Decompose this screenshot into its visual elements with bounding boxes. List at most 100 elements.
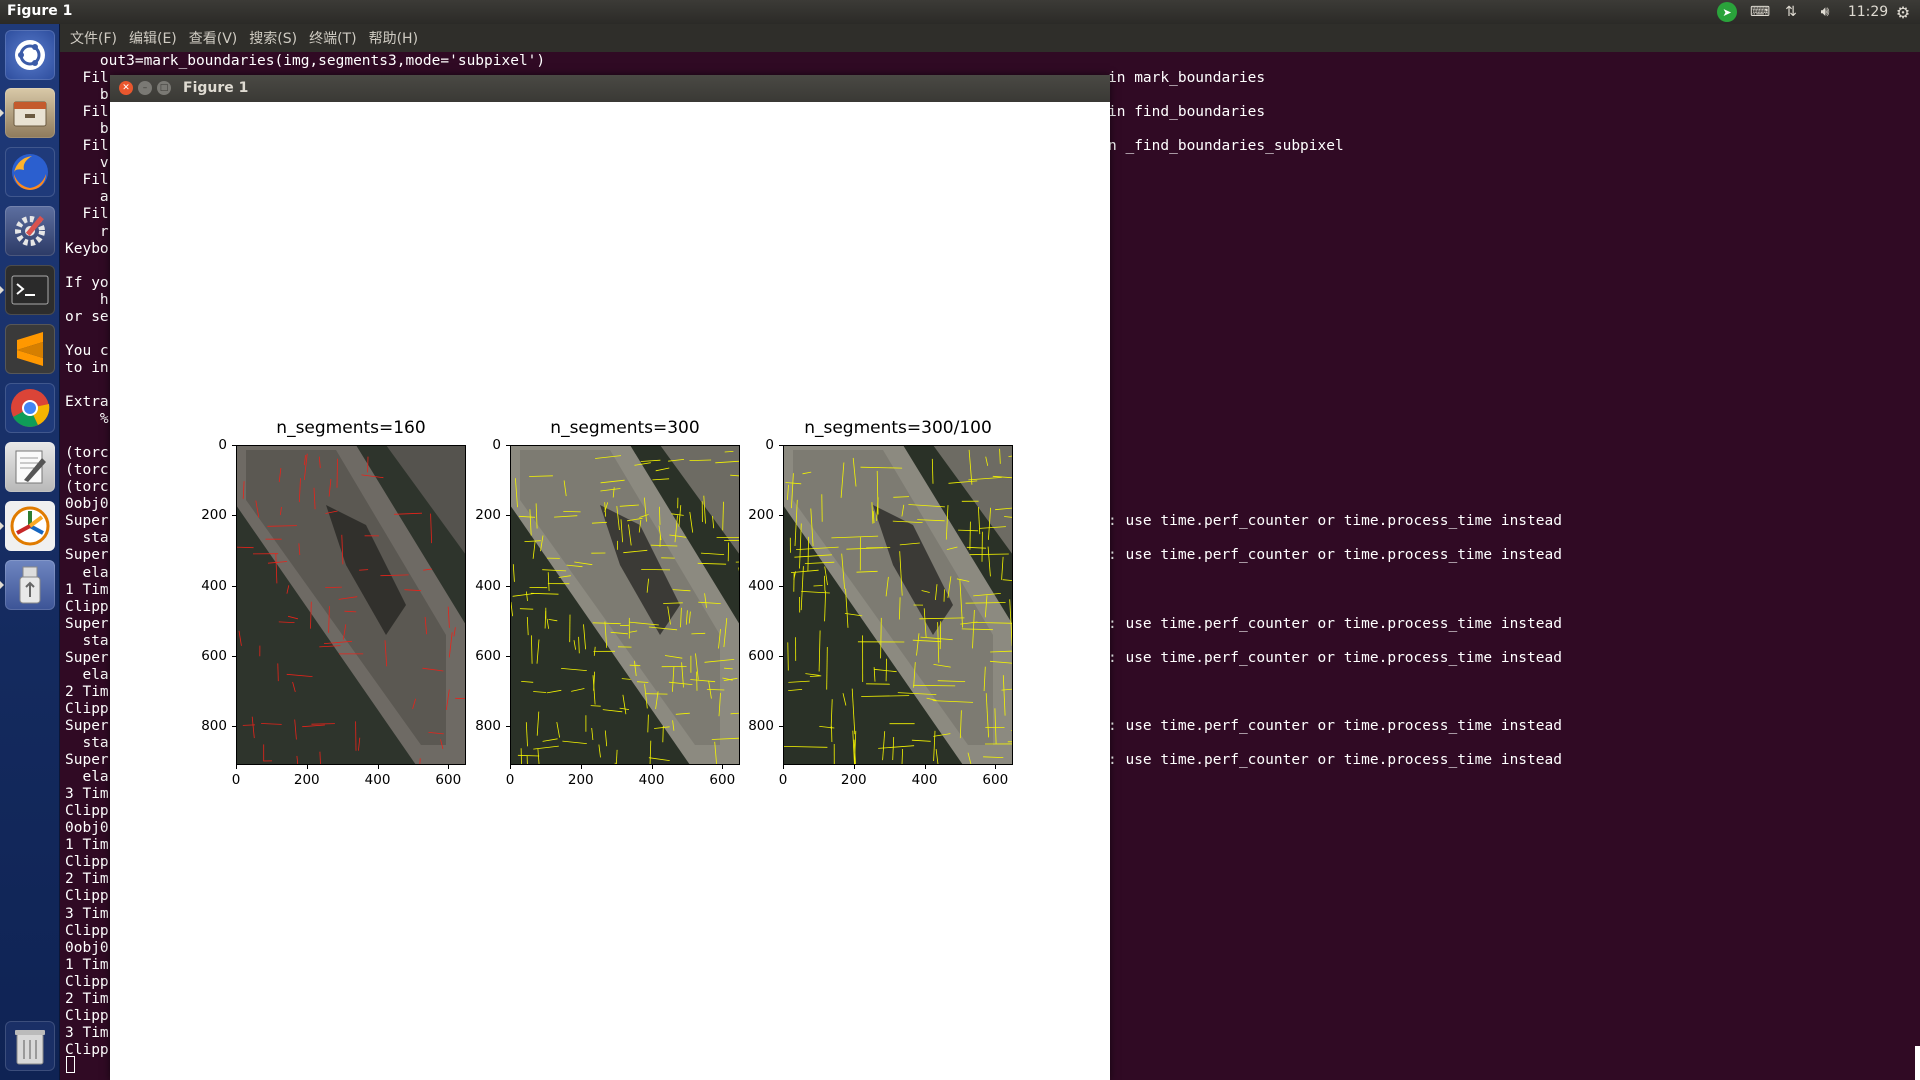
terminal-menu-item[interactable]: 文件(F) xyxy=(70,28,117,48)
minimize-icon[interactable]: – xyxy=(138,81,152,95)
terminal-line: Fil xyxy=(65,70,109,87)
terminal-line-tail: : use time.perf_counter or time.process_… xyxy=(1108,513,1562,530)
terminal-line: Clipp xyxy=(65,1007,109,1024)
usb-drive-icon[interactable] xyxy=(0,560,55,610)
terminal-line: Extra xyxy=(65,394,109,410)
terminal-line-tail: n _find_boundaries_subpixel xyxy=(1108,138,1344,155)
terminal-line: ela xyxy=(65,769,109,786)
segmentation-image xyxy=(236,445,466,765)
x-tick-label: 600 xyxy=(982,772,1009,788)
top-panel: Figure 1 ➤ ⌨ ⇅ 🔊︎ 11:29 ⚙ xyxy=(0,0,1920,24)
terminal-line: (torc xyxy=(65,462,109,479)
system-settings-icon[interactable] xyxy=(5,206,55,256)
terminal-menu-item[interactable]: 编辑(E) xyxy=(129,28,177,48)
terminal-line: Fil xyxy=(65,172,109,189)
segment-boundary xyxy=(813,585,823,587)
trash-icon[interactable] xyxy=(5,1021,55,1071)
terminal-line: (torc xyxy=(65,445,109,462)
y-tick-label: 0 xyxy=(765,437,774,453)
terminal-line: sta xyxy=(65,632,109,649)
terminal-line: to in xyxy=(65,359,109,376)
segment-boundary xyxy=(519,608,534,610)
segment-boundary xyxy=(787,642,789,671)
terminal-menu-item[interactable]: 搜索(S) xyxy=(249,28,297,48)
terminal-line: Keybo xyxy=(65,240,109,257)
figure-window[interactable]: ✕ – □ Figure 1 n_segments=160 0 200 400 600 8… xyxy=(110,75,1110,1080)
app-icon[interactable] xyxy=(0,501,55,551)
terminal-line: 2 Tim xyxy=(65,990,109,1007)
firefox-icon[interactable] xyxy=(5,147,55,197)
terminal-line: 0obj0 xyxy=(65,939,109,956)
active-window-title: Figure 1 xyxy=(7,3,73,19)
terminal-line: Super xyxy=(65,513,109,530)
terminal-line: 3 Tim xyxy=(65,786,109,803)
terminal-line: Super xyxy=(65,752,109,769)
terminal-line-tail: : use time.perf_counter or time.process_… xyxy=(1108,547,1562,564)
y-tick-mark xyxy=(779,585,783,587)
system-gear-icon[interactable]: ⚙ xyxy=(1892,2,1914,22)
y-tick-mark xyxy=(506,515,510,517)
terminal-line: b xyxy=(65,121,109,138)
y-tick-label: 600 xyxy=(475,647,501,664)
y-tick-label: 600 xyxy=(201,647,227,664)
keyboard-icon[interactable]: ⌨ xyxy=(1748,2,1772,22)
y-tick-label: 0 xyxy=(492,437,501,453)
terminal-line-tail: in mark_boundaries xyxy=(1108,70,1266,87)
terminal-menu-item[interactable]: 帮助(H) xyxy=(369,28,418,48)
volume-icon[interactable]: 🔊︎ xyxy=(1812,2,1838,22)
terminal-line-tail: in find_boundaries xyxy=(1108,104,1266,121)
x-tick-mark xyxy=(448,765,450,769)
y-tick-label: 200 xyxy=(748,507,774,524)
figure-titlebar[interactable]: ✕ – □ Figure 1 xyxy=(110,75,1110,102)
segmentation-image xyxy=(510,445,740,765)
y-tick-label: 0 xyxy=(218,437,227,453)
terminal-line: Clipp xyxy=(65,700,109,717)
terminal-line: r xyxy=(65,223,109,240)
segment-boundary xyxy=(325,586,342,588)
files-icon[interactable] xyxy=(0,88,55,138)
y-tick-label: 400 xyxy=(748,577,774,594)
terminal-line: Clipp xyxy=(65,973,109,990)
sublime-text-icon[interactable] xyxy=(5,324,55,374)
terminal-line: 1 Tim xyxy=(65,581,109,598)
terminal-line: h xyxy=(65,291,109,308)
y-tick-mark xyxy=(232,515,236,517)
terminal-line: b xyxy=(65,87,109,104)
close-icon[interactable]: ✕ xyxy=(119,81,133,95)
network-icon[interactable]: ⇅ xyxy=(1780,2,1802,22)
ubuntu-dash-icon[interactable] xyxy=(5,30,55,80)
terminal-line: If yo xyxy=(65,274,109,291)
terminal-line: 2 Tim xyxy=(65,871,109,888)
terminal-line: Fil xyxy=(65,138,109,155)
y-tick-mark xyxy=(779,445,783,446)
terminal-line-tail: : use time.perf_counter or time.process_… xyxy=(1108,717,1562,734)
chrome-icon[interactable] xyxy=(5,383,55,433)
telegram-tray-icon[interactable]: ➤ xyxy=(1716,2,1738,22)
y-tick-mark xyxy=(779,515,783,517)
y-tick-mark xyxy=(779,726,783,728)
terminal-line: 2 Tim xyxy=(65,683,109,700)
y-tick-mark xyxy=(506,445,510,446)
terminal-line: 3 Tim xyxy=(65,1024,109,1041)
terminal-line: 0obj0 xyxy=(65,496,109,513)
y-tick-label: 800 xyxy=(748,718,774,735)
terminal-line: 3 Tim xyxy=(65,905,109,922)
y-tick-label: 200 xyxy=(201,507,227,524)
maximize-icon[interactable]: □ xyxy=(157,81,171,95)
terminal-line: Super xyxy=(65,649,109,666)
terminal-line: ela xyxy=(65,666,109,683)
clock[interactable]: 11:29 xyxy=(1848,2,1888,22)
y-tick-mark xyxy=(506,726,510,728)
terminal-scrollbar[interactable] xyxy=(1915,1046,1920,1080)
terminal-menu-item[interactable]: 终端(T) xyxy=(309,28,356,48)
y-tick-label: 400 xyxy=(201,577,227,594)
segmentation-image xyxy=(783,445,1013,765)
terminal-menu-item[interactable]: 查看(V) xyxy=(189,28,238,48)
terminal-icon[interactable] xyxy=(0,265,55,315)
text-editor-icon[interactable] xyxy=(5,442,55,492)
terminal-line: Fil xyxy=(65,206,109,223)
x-tick-mark xyxy=(377,765,379,769)
segment-boundary xyxy=(939,621,942,650)
terminal-line: 1 Tim xyxy=(65,956,109,973)
x-tick-label: 400 xyxy=(364,772,391,788)
